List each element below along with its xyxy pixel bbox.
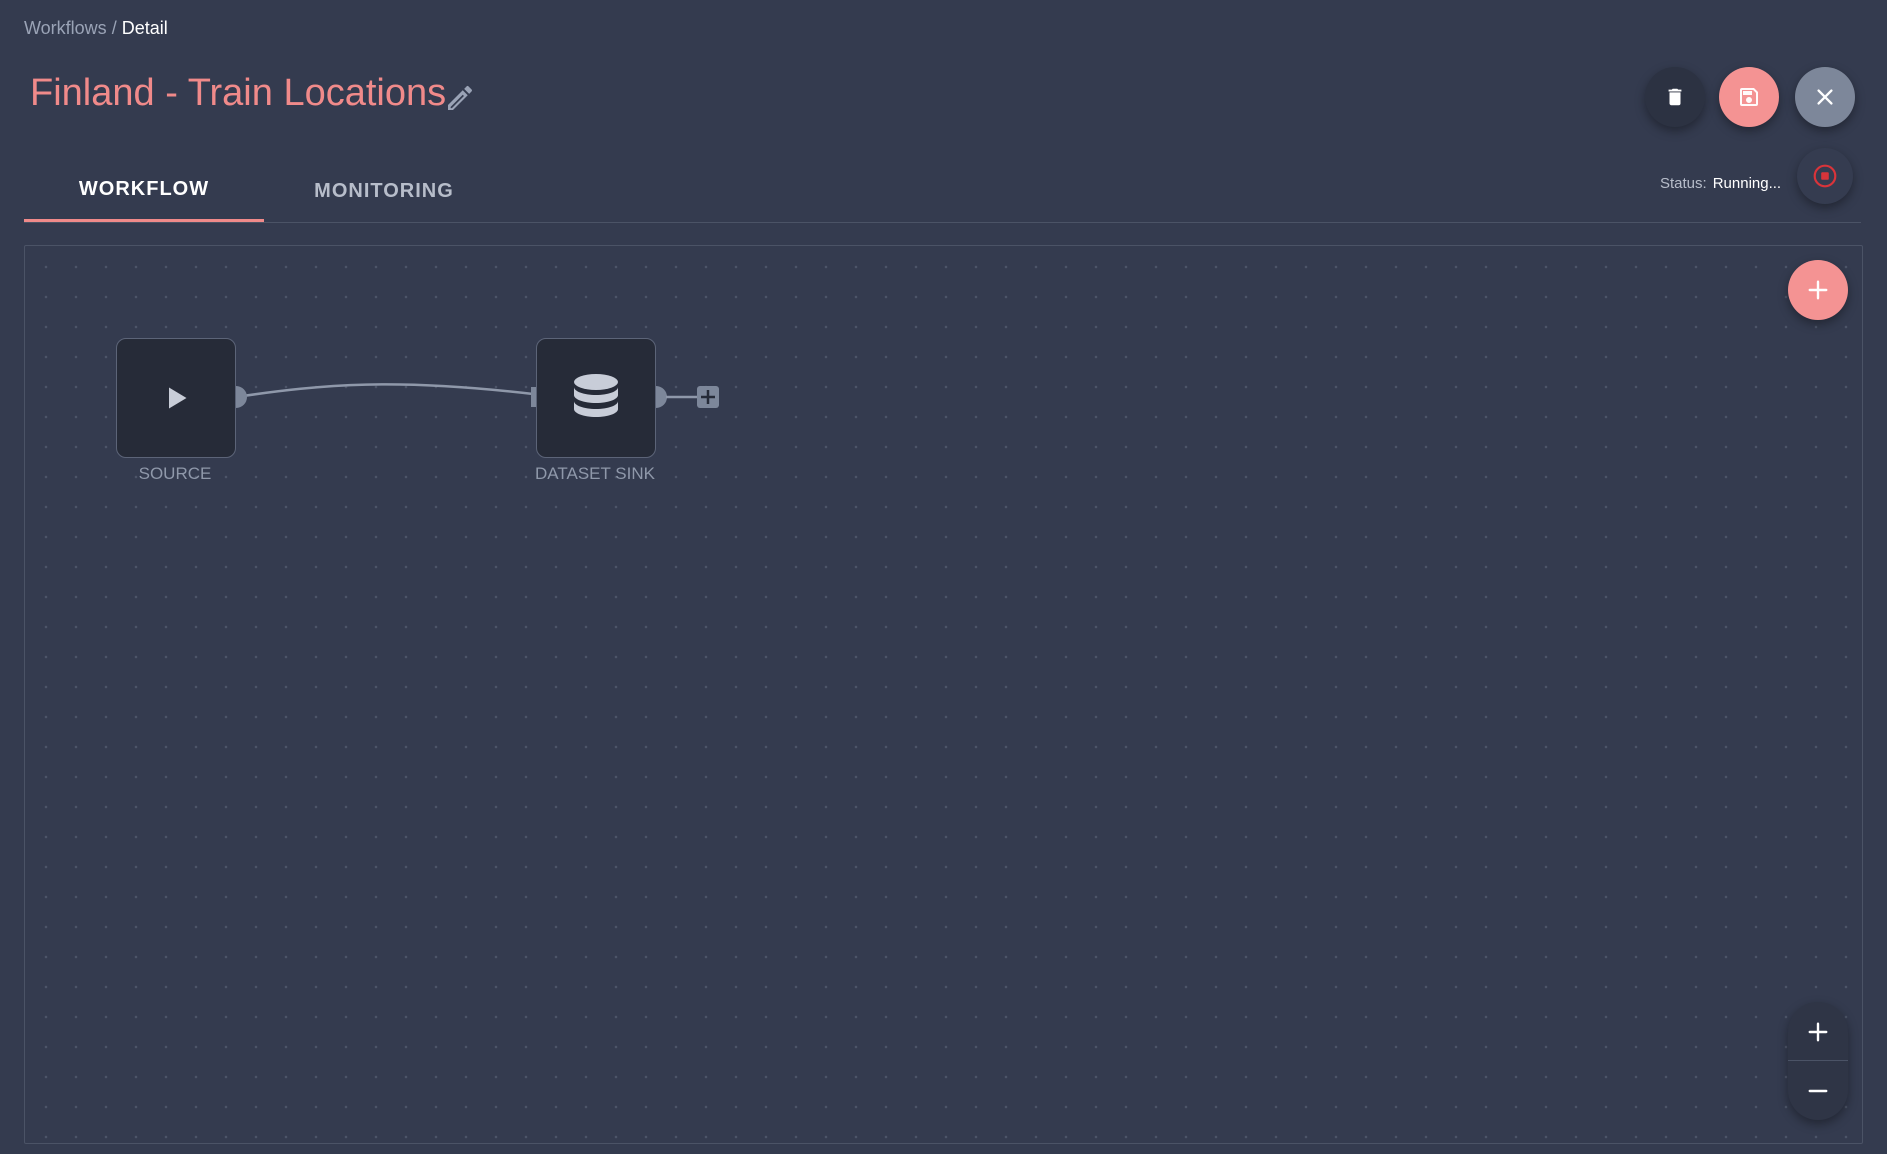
close-icon bbox=[1817, 89, 1833, 105]
save-button[interactable] bbox=[1719, 67, 1779, 127]
breadcrumb-separator: / bbox=[111, 18, 117, 38]
workflow-connections bbox=[225, 383, 719, 408]
floppy-disk-icon bbox=[1740, 88, 1758, 106]
status-indicator: Status: Running... bbox=[1660, 175, 1781, 192]
workflow-canvas[interactable]: SOURCE DATASET SINK bbox=[24, 245, 1863, 1144]
breadcrumb: Workflows / Detail bbox=[24, 18, 168, 39]
stop-button[interactable] bbox=[1797, 148, 1853, 204]
tab-workflow[interactable]: WORKFLOW bbox=[24, 160, 264, 222]
breadcrumb-current: Detail bbox=[121, 18, 168, 38]
zoom-out-button[interactable] bbox=[1788, 1061, 1848, 1120]
node-source-label: SOURCE bbox=[138, 464, 212, 483]
breadcrumb-link-workflows[interactable]: Workflows bbox=[24, 18, 107, 38]
add-node-button[interactable] bbox=[1788, 260, 1848, 320]
tab-bar: WORKFLOW MONITORING bbox=[24, 160, 1861, 223]
zoom-divider bbox=[1788, 1060, 1848, 1061]
workflow-title: Finland - Train Locations bbox=[30, 72, 447, 114]
database-icon bbox=[574, 374, 618, 417]
status-value: Running... bbox=[1712, 175, 1782, 192]
trash-icon bbox=[1668, 88, 1682, 106]
plus-icon bbox=[1808, 1022, 1828, 1041]
minus-icon bbox=[1808, 1089, 1828, 1092]
zoom-controls bbox=[1788, 1002, 1848, 1120]
play-icon bbox=[169, 387, 187, 409]
node-dataset-sink-label: DATASET SINK bbox=[535, 464, 655, 483]
zoom-in-button[interactable] bbox=[1788, 1002, 1848, 1061]
node-source[interactable] bbox=[116, 338, 236, 458]
node-dataset-sink[interactable] bbox=[536, 338, 656, 458]
plus-icon bbox=[1808, 280, 1828, 300]
edit-title-icon[interactable] bbox=[444, 82, 476, 114]
connection-edge bbox=[235, 383, 534, 399]
delete-button[interactable] bbox=[1645, 67, 1705, 127]
stop-circle-icon bbox=[1813, 164, 1837, 188]
close-button[interactable] bbox=[1795, 67, 1855, 127]
tab-monitoring[interactable]: MONITORING bbox=[264, 160, 504, 222]
status-label: Status: bbox=[1660, 175, 1707, 192]
